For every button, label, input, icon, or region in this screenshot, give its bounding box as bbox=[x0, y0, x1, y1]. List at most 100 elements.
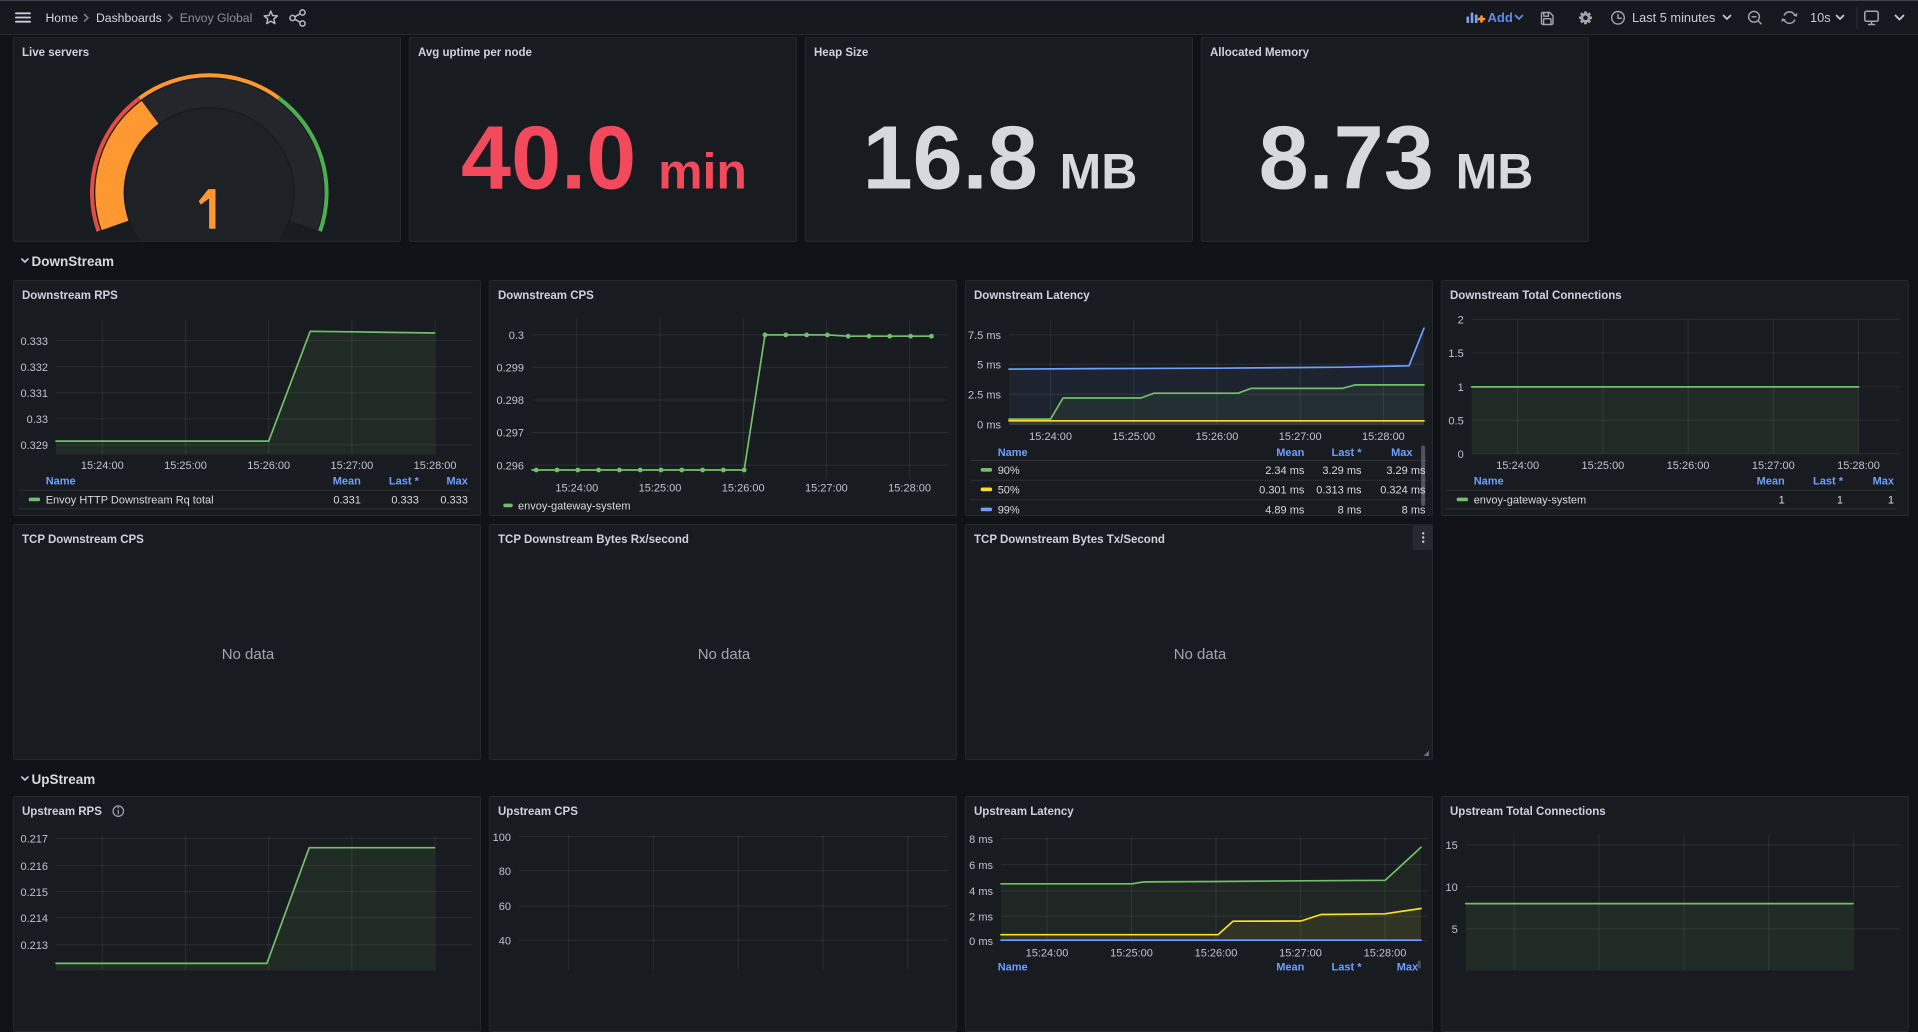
svg-text:Envoy HTTP Downstream Rq total: Envoy HTTP Downstream Rq total bbox=[46, 495, 214, 507]
svg-text:90%: 90% bbox=[998, 465, 1020, 477]
svg-text:80: 80 bbox=[499, 866, 511, 878]
svg-text:envoy-gateway-system: envoy-gateway-system bbox=[518, 501, 631, 513]
svg-text:0.332: 0.332 bbox=[20, 362, 48, 374]
svg-text:2 ms: 2 ms bbox=[969, 912, 993, 924]
svg-text:99%: 99% bbox=[998, 505, 1020, 516]
svg-text:15:25:00: 15:25:00 bbox=[639, 482, 682, 494]
svg-text:0.216: 0.216 bbox=[20, 861, 48, 873]
svg-text:Mean: Mean bbox=[1276, 447, 1304, 459]
svg-text:No data: No data bbox=[698, 646, 751, 663]
svg-text:15:27:00: 15:27:00 bbox=[330, 460, 373, 472]
svg-text:15:27:00: 15:27:00 bbox=[1752, 460, 1795, 472]
svg-text:15:27:00: 15:27:00 bbox=[1279, 948, 1322, 960]
svg-text:Max: Max bbox=[446, 476, 468, 488]
svg-text:15:25:00: 15:25:00 bbox=[1581, 460, 1624, 472]
svg-text:Upstream Total Connections: Upstream Total Connections bbox=[1450, 806, 1606, 818]
svg-text:8 ms: 8 ms bbox=[969, 834, 993, 846]
svg-text:0: 0 bbox=[1458, 449, 1464, 461]
svg-text:Last *: Last * bbox=[1332, 961, 1363, 973]
svg-text:Downstream CPS: Downstream CPS bbox=[498, 290, 594, 302]
svg-text:2: 2 bbox=[1458, 315, 1464, 327]
svg-text:2.5 ms: 2.5 ms bbox=[968, 390, 1002, 402]
svg-text:15:27:00: 15:27:00 bbox=[1279, 431, 1322, 443]
svg-text:0 ms: 0 ms bbox=[969, 936, 993, 948]
svg-text:2.34 ms: 2.34 ms bbox=[1265, 465, 1305, 477]
svg-text:0.333: 0.333 bbox=[20, 336, 48, 348]
svg-text:5 ms: 5 ms bbox=[977, 360, 1001, 372]
svg-text:0.333: 0.333 bbox=[391, 495, 419, 507]
svg-text:Downstream RPS: Downstream RPS bbox=[22, 290, 118, 302]
svg-text:15:24:00: 15:24:00 bbox=[81, 460, 124, 472]
svg-text:No data: No data bbox=[1174, 646, 1227, 663]
svg-text:Max: Max bbox=[1873, 476, 1895, 488]
svg-text:Max: Max bbox=[1397, 961, 1419, 973]
svg-text:4 ms: 4 ms bbox=[969, 886, 993, 898]
svg-text:15:26:00: 15:26:00 bbox=[1196, 431, 1239, 443]
svg-text:Mean: Mean bbox=[1276, 961, 1304, 973]
svg-text:Name: Name bbox=[998, 447, 1028, 459]
svg-text:10s: 10s bbox=[1810, 10, 1831, 25]
svg-text:15:26:00: 15:26:00 bbox=[247, 460, 290, 472]
svg-text:4.89 ms: 4.89 ms bbox=[1265, 505, 1305, 516]
svg-text:0.296: 0.296 bbox=[496, 460, 524, 472]
svg-text:6 ms: 6 ms bbox=[969, 860, 993, 872]
svg-text:0.297: 0.297 bbox=[496, 428, 524, 440]
svg-text:0.301 ms: 0.301 ms bbox=[1259, 484, 1305, 496]
svg-text:Name: Name bbox=[998, 961, 1028, 973]
svg-text:0.213: 0.213 bbox=[20, 940, 48, 952]
svg-text:TCP Downstream Bytes Rx/second: TCP Downstream Bytes Rx/second bbox=[498, 534, 689, 546]
svg-text:3.29 ms: 3.29 ms bbox=[1322, 465, 1362, 477]
svg-text:5: 5 bbox=[1452, 924, 1458, 936]
svg-text:15:27:00: 15:27:00 bbox=[805, 482, 848, 494]
svg-text:Mean: Mean bbox=[333, 476, 361, 488]
svg-text:UpStream: UpStream bbox=[32, 772, 96, 787]
svg-text:8.73 MB: 8.73 MB bbox=[1259, 108, 1534, 208]
svg-text:16.8 MB: 16.8 MB bbox=[863, 108, 1138, 208]
svg-text:15:25:00: 15:25:00 bbox=[1112, 431, 1155, 443]
svg-text:Allocated Memory: Allocated Memory bbox=[1210, 47, 1310, 59]
svg-text:15:28:00: 15:28:00 bbox=[1362, 431, 1405, 443]
svg-text:7.5 ms: 7.5 ms bbox=[968, 330, 1002, 342]
svg-text:40.0 min: 40.0 min bbox=[461, 108, 747, 208]
svg-text:1: 1 bbox=[1837, 495, 1843, 507]
svg-text:Max: Max bbox=[1391, 447, 1413, 459]
svg-text:0.331: 0.331 bbox=[333, 495, 361, 507]
svg-text:0.214: 0.214 bbox=[20, 913, 48, 925]
svg-text:Home: Home bbox=[46, 11, 79, 25]
svg-text:Last 5 minutes: Last 5 minutes bbox=[1632, 10, 1715, 25]
svg-text:envoy-gateway-system: envoy-gateway-system bbox=[1474, 495, 1587, 507]
svg-text:Name: Name bbox=[46, 476, 76, 488]
svg-text:Heap Size: Heap Size bbox=[814, 47, 868, 59]
svg-text:Upstream CPS: Upstream CPS bbox=[498, 806, 578, 818]
svg-text:0.333: 0.333 bbox=[440, 495, 468, 507]
svg-text:0 ms: 0 ms bbox=[977, 420, 1001, 432]
svg-text:0.3: 0.3 bbox=[509, 330, 524, 342]
svg-text:15:24:00: 15:24:00 bbox=[1029, 431, 1072, 443]
svg-text:No data: No data bbox=[222, 646, 275, 663]
svg-text:15:24:00: 15:24:00 bbox=[555, 482, 598, 494]
svg-text:60: 60 bbox=[499, 901, 511, 913]
svg-text:Dashboards: Dashboards bbox=[96, 11, 162, 25]
svg-text:0.5: 0.5 bbox=[1448, 415, 1463, 427]
svg-text:1.5: 1.5 bbox=[1448, 348, 1463, 360]
svg-text:Downstream Total Connections: Downstream Total Connections bbox=[1450, 290, 1622, 302]
svg-text:8 ms: 8 ms bbox=[1402, 505, 1426, 516]
svg-text:Last *: Last * bbox=[389, 476, 420, 488]
svg-text:40: 40 bbox=[499, 936, 511, 948]
svg-text:Downstream Latency: Downstream Latency bbox=[974, 290, 1090, 302]
svg-text:15:25:00: 15:25:00 bbox=[1110, 948, 1153, 960]
svg-text:Avg uptime per node: Avg uptime per node bbox=[418, 47, 532, 59]
svg-text:15:28:00: 15:28:00 bbox=[1364, 948, 1407, 960]
svg-text:10: 10 bbox=[1446, 882, 1458, 894]
svg-text:15:26:00: 15:26:00 bbox=[1195, 948, 1238, 960]
svg-text:TCP Downstream CPS: TCP Downstream CPS bbox=[22, 534, 144, 546]
svg-text:Name: Name bbox=[1474, 476, 1504, 488]
svg-text:0.313 ms: 0.313 ms bbox=[1316, 484, 1362, 496]
svg-text:1: 1 bbox=[1458, 382, 1464, 394]
svg-text:0.33: 0.33 bbox=[27, 414, 48, 426]
svg-text:3.29 ms: 3.29 ms bbox=[1386, 465, 1426, 477]
svg-text:15:28:00: 15:28:00 bbox=[888, 482, 931, 494]
svg-text:Envoy Global: Envoy Global bbox=[180, 11, 253, 25]
svg-text:1: 1 bbox=[1888, 495, 1894, 507]
svg-text:Last *: Last * bbox=[1813, 476, 1844, 488]
